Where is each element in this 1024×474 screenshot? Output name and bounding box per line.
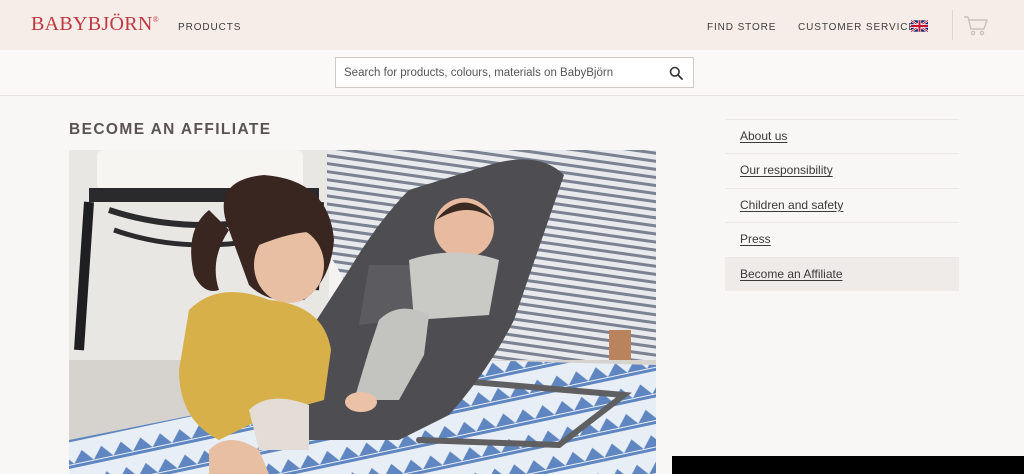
hero-photo-illustration — [69, 150, 656, 474]
header-divider — [952, 10, 953, 40]
search-input[interactable]: Search for products, colours, materials … — [335, 57, 694, 88]
search-placeholder: Search for products, colours, materials … — [344, 67, 614, 79]
babybjorn-logo[interactable]: BABYBJÖRN® — [31, 13, 159, 36]
sidebar-item-label[interactable]: About us — [740, 129, 787, 143]
sidebar-item-label[interactable]: Children and safety — [740, 198, 843, 212]
sidebar-item-children-and-safety[interactable]: Children and safety — [725, 187, 959, 222]
cart-icon[interactable] — [963, 15, 989, 37]
sidebar-nav: About us Our responsibility Children and… — [725, 119, 959, 291]
logo-registered-mark: ® — [152, 15, 160, 24]
logo-text: BABYBJÖRN — [31, 13, 153, 35]
sidebar-item-label[interactable]: Our responsibility — [740, 163, 833, 177]
top-navigation-bar: BABYBJÖRN® PRODUCTS FIND STORE CUSTOMER … — [0, 0, 1024, 50]
sidebar-item-label[interactable]: Press — [740, 232, 771, 246]
sidebar-item-become-an-affiliate[interactable]: Become an Affiliate — [725, 256, 959, 291]
hero-image — [69, 150, 656, 474]
search-icon[interactable] — [669, 66, 683, 80]
uk-flag-icon[interactable] — [911, 20, 928, 32]
sidebar-item-our-responsibility[interactable]: Our responsibility — [725, 153, 959, 187]
sidebar-item-label[interactable]: Become an Affiliate — [740, 267, 843, 281]
sidebar-item-press[interactable]: Press — [725, 222, 959, 256]
page-title: BECOME AN AFFILIATE — [69, 121, 272, 138]
nav-customer-service-link[interactable]: CUSTOMER SERVICE — [798, 22, 916, 33]
bottom-overlay-bar — [672, 456, 1024, 474]
nav-products-link[interactable]: PRODUCTS — [178, 22, 241, 33]
nav-find-store-link[interactable]: FIND STORE — [707, 22, 776, 33]
sidebar-item-about-us[interactable]: About us — [725, 119, 959, 153]
search-band: Search for products, colours, materials … — [0, 50, 1024, 96]
